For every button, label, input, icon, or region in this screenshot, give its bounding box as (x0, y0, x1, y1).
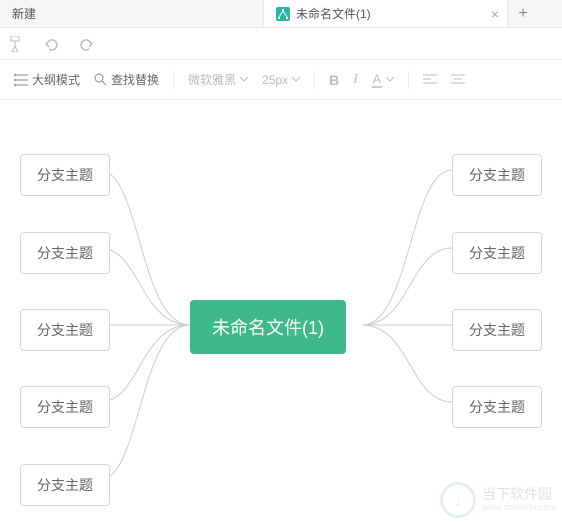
tab-label: 新建 (12, 5, 36, 22)
branch-node-left-3[interactable]: 分支主题 (20, 386, 110, 428)
watermark-url: www.downxia.com (482, 503, 556, 513)
mindmap-canvas[interactable]: 未命名文件(1) 分支主题 分支主题 分支主题 分支主题 分支主题 分支主题 分… (0, 100, 562, 522)
chevron-down-icon (386, 77, 394, 82)
search-icon (94, 73, 107, 86)
font-label: 微软雅黑 (188, 71, 236, 88)
align-center-button[interactable] (451, 74, 465, 86)
branch-node-left-0[interactable]: 分支主题 (20, 154, 110, 196)
font-family-select[interactable]: 微软雅黑 (188, 71, 248, 88)
center-node[interactable]: 未命名文件(1) (190, 300, 346, 354)
undo-icon[interactable] (42, 35, 60, 53)
separator (408, 71, 409, 89)
separator (314, 71, 315, 89)
watermark: ↓ 当下软件园 www.downxia.com (440, 482, 556, 518)
quick-toolbar (0, 28, 562, 60)
find-label: 查找替换 (111, 71, 159, 88)
outline-label: 大纲模式 (32, 71, 80, 88)
chevron-down-icon (240, 77, 248, 82)
tab-label: 未命名文件(1) (296, 5, 371, 22)
separator (173, 71, 174, 89)
tab-new[interactable]: 新建 (0, 0, 264, 27)
watermark-logo-icon: ↓ (440, 482, 476, 518)
chevron-down-icon (292, 77, 300, 82)
redo-icon[interactable] (78, 35, 96, 53)
tab-current[interactable]: 未命名文件(1) × (264, 0, 508, 27)
add-tab-button[interactable]: + (508, 5, 538, 23)
branch-node-left-1[interactable]: 分支主题 (20, 232, 110, 274)
align-left-button[interactable] (423, 74, 437, 86)
list-icon (14, 74, 28, 86)
mindmap-icon (276, 7, 290, 21)
branch-node-right-3[interactable]: 分支主题 (452, 386, 542, 428)
branch-node-right-1[interactable]: 分支主题 (452, 232, 542, 274)
font-color-button[interactable]: A (372, 72, 394, 88)
format-painter-icon[interactable] (6, 35, 24, 53)
italic-button[interactable]: I (353, 72, 358, 88)
branch-node-left-4[interactable]: 分支主题 (20, 464, 110, 506)
font-color-label: A (372, 72, 382, 88)
outline-mode-button[interactable]: 大纲模式 (14, 71, 80, 88)
tab-bar: 新建 未命名文件(1) × + (0, 0, 562, 28)
bold-button[interactable]: B (329, 72, 339, 88)
branch-node-right-2[interactable]: 分支主题 (452, 309, 542, 351)
close-icon[interactable]: × (491, 6, 499, 22)
find-replace-button[interactable]: 查找替换 (94, 71, 159, 88)
branch-node-right-0[interactable]: 分支主题 (452, 154, 542, 196)
watermark-title: 当下软件园 (482, 487, 556, 502)
branch-node-left-2[interactable]: 分支主题 (20, 309, 110, 351)
font-size-select[interactable]: 25px (262, 73, 300, 87)
size-label: 25px (262, 73, 288, 87)
format-toolbar: 大纲模式 查找替换 微软雅黑 25px B I A (0, 60, 562, 100)
